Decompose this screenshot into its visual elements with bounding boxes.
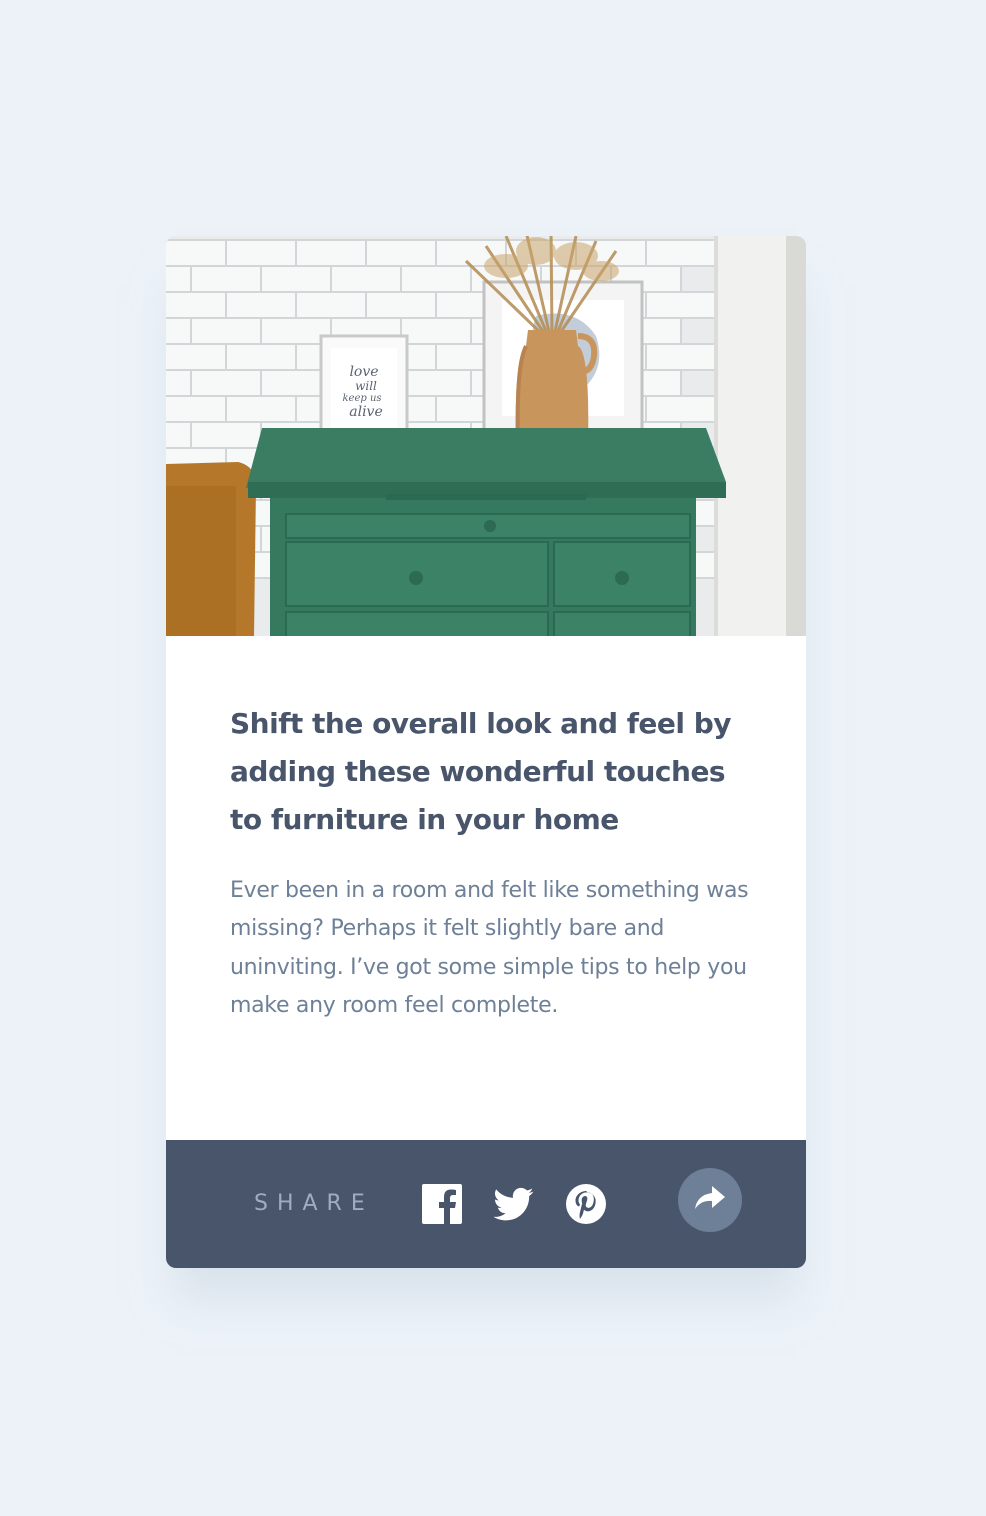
svg-text:will: will <box>355 379 377 393</box>
framed-quote: love will keep us alive <box>319 334 409 442</box>
share-icon <box>695 1186 725 1214</box>
article-description: Ever been in a room and felt like someth… <box>230 878 749 1019</box>
drawers-image: love will keep us alive <box>166 236 806 636</box>
svg-text:alive: alive <box>349 404 383 420</box>
article-content: Shift the overall look and feel by addin… <box>230 700 750 1026</box>
share-bar: SHARE <box>166 1140 806 1268</box>
share-label: SHARE <box>254 1191 374 1216</box>
svg-text:keep us: keep us <box>342 393 381 404</box>
facebook-icon[interactable] <box>422 1184 462 1224</box>
article-card: love will keep us alive Shift the overal… <box>166 236 806 1268</box>
twitter-icon[interactable] <box>494 1184 534 1224</box>
article-title[interactable]: Shift the overall look and feel by addin… <box>230 700 750 844</box>
share-button[interactable] <box>678 1168 742 1232</box>
svg-text:love: love <box>349 364 378 380</box>
pinterest-icon[interactable] <box>566 1184 606 1224</box>
